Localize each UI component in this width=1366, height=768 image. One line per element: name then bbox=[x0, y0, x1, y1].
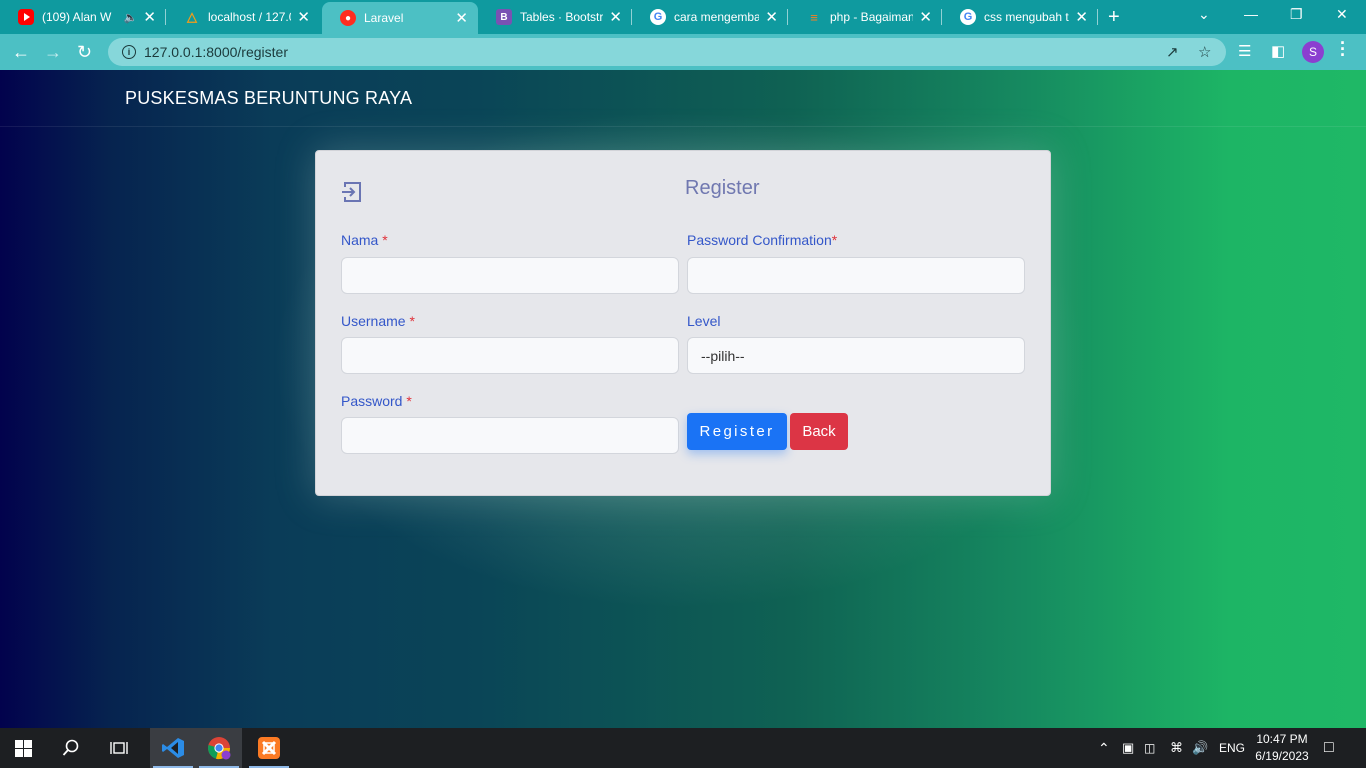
language-indicator[interactable]: ENG bbox=[1219, 728, 1245, 768]
minimize-button[interactable]: — bbox=[1244, 6, 1258, 22]
youtube-icon bbox=[18, 9, 34, 25]
required-mark: * bbox=[382, 232, 388, 248]
side-panel-icon[interactable]: ◧ bbox=[1271, 41, 1285, 63]
password-confirmation-input[interactable] bbox=[687, 257, 1025, 294]
required-mark: * bbox=[409, 313, 415, 329]
share-icon[interactable]: ↗ bbox=[1166, 38, 1179, 66]
wifi-icon[interactable]: ⌘ bbox=[1170, 728, 1183, 768]
profile-avatar[interactable]: S bbox=[1302, 41, 1324, 63]
address-bar[interactable]: i 127.0.0.1:8000/register ↗ ☆ bbox=[108, 38, 1226, 66]
tab-close-icon[interactable]: ✕ bbox=[609, 10, 622, 25]
level-label: Level bbox=[687, 313, 721, 329]
password-confirmation-label: Password Confirmation* bbox=[687, 232, 837, 248]
bookmark-star-icon[interactable]: ☆ bbox=[1198, 38, 1211, 66]
browser-tab[interactable]: G cara mengembali ✕ bbox=[632, 0, 788, 34]
nama-label: Nama * bbox=[341, 232, 388, 248]
tab-close-icon[interactable]: ✕ bbox=[1075, 10, 1088, 25]
register-button[interactable]: Register bbox=[687, 413, 787, 450]
register-card: Register Nama * Username * Password * Pa… bbox=[315, 150, 1051, 496]
browser-tab[interactable]: G css mengubah te ✕ bbox=[942, 0, 1098, 34]
tab-search-chevron-icon[interactable]: ⌄ bbox=[1198, 6, 1210, 23]
url-text[interactable]: 127.0.0.1:8000/register bbox=[144, 44, 288, 60]
close-window-button[interactable]: ✕ bbox=[1336, 6, 1348, 23]
browser-tab-active[interactable]: ● Laravel ✕ bbox=[322, 2, 478, 34]
restore-button[interactable]: ❐ bbox=[1290, 6, 1303, 23]
level-select[interactable]: --pilih-- bbox=[687, 337, 1025, 374]
tab-close-icon[interactable]: ✕ bbox=[765, 10, 778, 25]
forward-arrow-icon[interactable]: → bbox=[44, 41, 62, 63]
windows-start-icon[interactable] bbox=[0, 728, 46, 768]
back-button[interactable]: Back bbox=[790, 413, 848, 450]
browser-toolbar: ← → ↻ i 127.0.0.1:8000/register ↗ ☆ ☰ ◧ … bbox=[0, 34, 1366, 70]
level-selected-value: --pilih-- bbox=[701, 347, 745, 364]
vscode-icon[interactable] bbox=[150, 728, 196, 768]
nama-input[interactable] bbox=[341, 257, 679, 294]
phpmyadmin-icon: △ bbox=[187, 9, 197, 24]
windows-taskbar: ⌃ ▣ ◫ ⌘ 🔊 ENG 10:47 PM 6/19/2023 □ bbox=[0, 728, 1366, 768]
password-label-text: Password bbox=[341, 393, 403, 409]
task-view-icon[interactable] bbox=[96, 728, 142, 768]
required-mark: * bbox=[831, 232, 838, 248]
required-mark: * bbox=[406, 393, 412, 409]
tab-close-icon[interactable]: ✕ bbox=[919, 10, 932, 25]
bootstrap-icon: B bbox=[496, 9, 512, 25]
reload-icon[interactable]: ↻ bbox=[77, 41, 92, 63]
media-control-icon[interactable]: ☰ bbox=[1238, 41, 1251, 63]
chrome-icon[interactable] bbox=[196, 728, 242, 768]
stackoverflow-icon: ≡ bbox=[810, 9, 818, 25]
chevron-up-icon[interactable]: ⌃ bbox=[1098, 728, 1110, 768]
tab-title: cara mengembali bbox=[674, 10, 760, 24]
site-info-icon[interactable]: i bbox=[122, 45, 136, 59]
tab-title: (109) Alan W bbox=[42, 10, 112, 24]
taskbar-clock[interactable]: 10:47 PM 6/19/2023 bbox=[1252, 731, 1312, 765]
tab-title: php - Bagaimana bbox=[830, 10, 914, 24]
volume-icon[interactable]: 🔊 bbox=[1192, 728, 1208, 768]
username-input[interactable] bbox=[341, 337, 679, 374]
browser-tab[interactable]: △ localhost / 127.0. ✕ bbox=[166, 0, 320, 34]
tab-title: Laravel bbox=[364, 11, 404, 25]
nama-label-text: Nama bbox=[341, 232, 379, 248]
tab-close-icon[interactable]: ✕ bbox=[455, 11, 468, 26]
kebab-menu-icon[interactable]: · · · bbox=[1340, 34, 1346, 64]
browser-tab[interactable]: B Tables · Bootstrap ✕ bbox=[478, 0, 632, 34]
navbar-divider bbox=[0, 126, 1366, 127]
speaker-icon[interactable]: 🔈 bbox=[124, 11, 138, 24]
battery-icon[interactable]: ◫ bbox=[1144, 728, 1155, 768]
password-input[interactable] bbox=[341, 417, 679, 454]
tab-close-icon[interactable]: ✕ bbox=[297, 10, 310, 25]
password-confirmation-label-text: Password Confirmation bbox=[687, 232, 832, 248]
browser-tab[interactable]: ≡ php - Bagaimana ✕ bbox=[788, 0, 942, 34]
search-icon[interactable] bbox=[48, 728, 94, 768]
google-icon: G bbox=[960, 9, 976, 25]
back-arrow-icon[interactable]: ← bbox=[12, 41, 30, 63]
page-background: PUSKESMAS BERUNTUNG RAYA Register Nama *… bbox=[0, 70, 1366, 728]
tab-title: localhost / 127.0. bbox=[208, 10, 292, 24]
xampp-icon[interactable] bbox=[246, 728, 292, 768]
browser-tab[interactable]: (109) Alan W 🔈 ✕ bbox=[0, 0, 166, 34]
new-tab-button[interactable]: + bbox=[1108, 6, 1120, 28]
login-icon bbox=[342, 182, 361, 202]
clock-time: 10:47 PM bbox=[1256, 732, 1308, 746]
tab-title: css mengubah te bbox=[984, 10, 1070, 24]
clock-date: 6/19/2023 bbox=[1255, 749, 1309, 763]
username-label: Username * bbox=[341, 313, 415, 329]
notification-icon[interactable]: □ bbox=[1324, 728, 1334, 768]
tab-title: Tables · Bootstrap bbox=[520, 10, 604, 24]
browser-tab-strip: (109) Alan W 🔈 ✕ △ localhost / 127.0. ✕ … bbox=[0, 0, 1366, 34]
tab-close-icon[interactable]: ✕ bbox=[143, 10, 156, 25]
navbar-brand[interactable]: PUSKESMAS BERUNTUNG RAYA bbox=[125, 88, 412, 109]
tab-separator bbox=[1097, 9, 1098, 25]
form-title: Register bbox=[685, 177, 760, 199]
webcam-icon[interactable]: ▣ bbox=[1122, 728, 1134, 768]
google-icon: G bbox=[650, 9, 666, 25]
username-label-text: Username bbox=[341, 313, 406, 329]
password-label: Password * bbox=[341, 393, 412, 409]
laravel-icon: ● bbox=[340, 10, 356, 26]
